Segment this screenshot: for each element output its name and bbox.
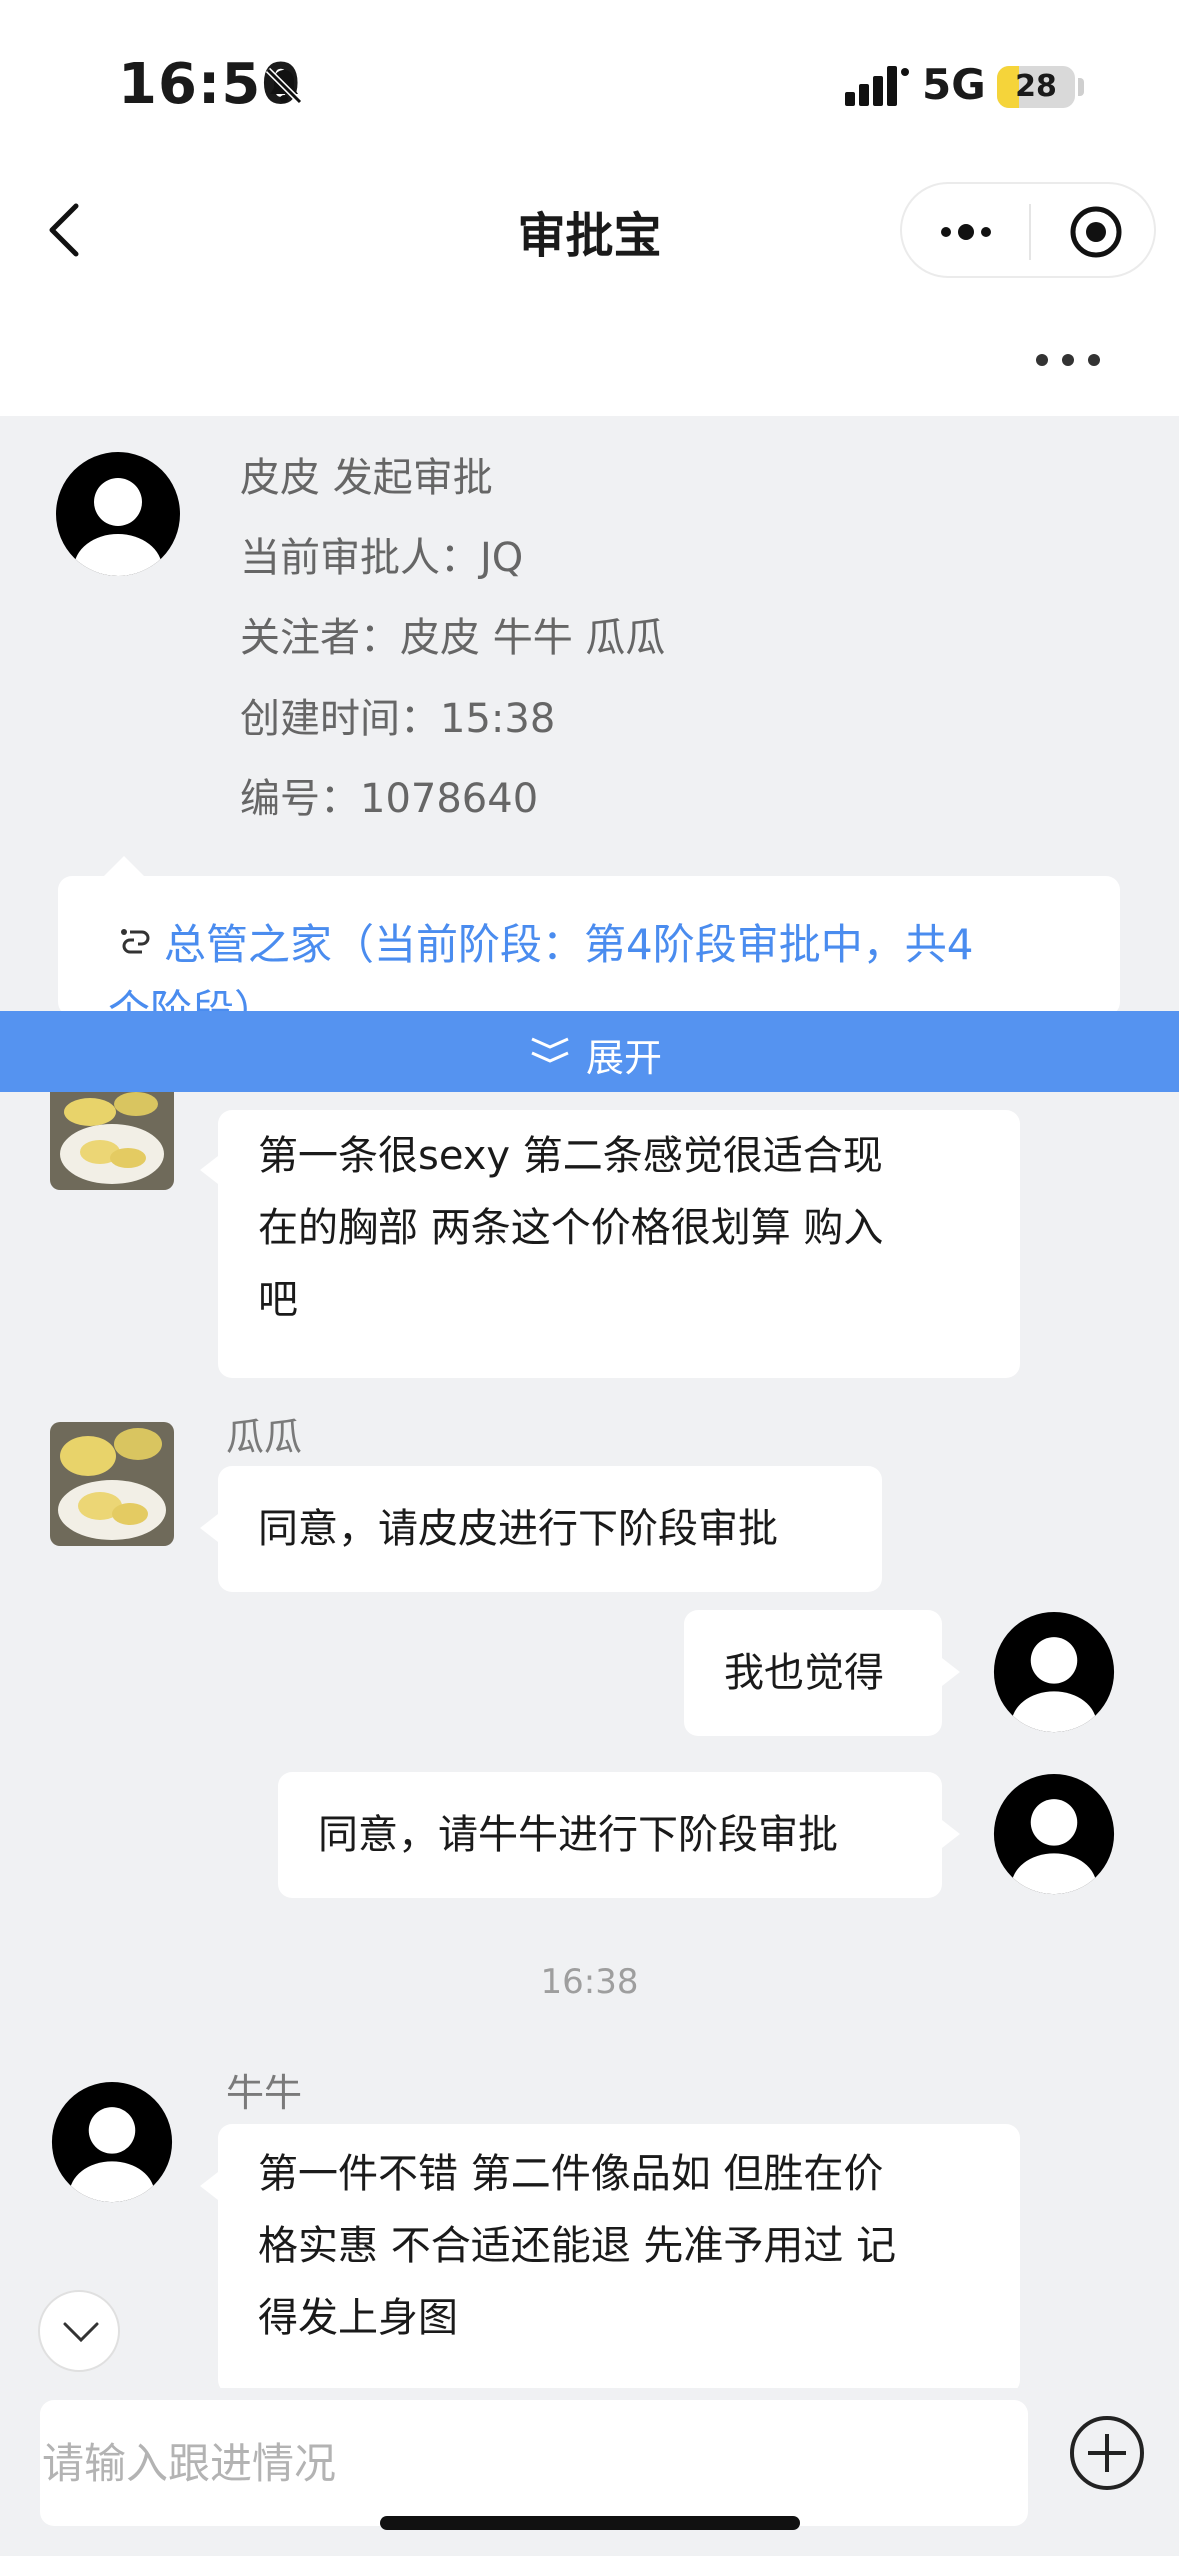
battery-indicator: 28 [997,66,1075,108]
add-icon[interactable] [1068,2414,1146,2492]
stage-card[interactable]: 总管之家（当前阶段：第4阶段审批中，共4 个阶段） [58,876,1120,1016]
current-approver: 当前审批人：JQ [240,535,524,581]
message-text: 同意，请牛牛进行下阶段审批 [318,1812,838,1858]
my-message-bubble: 同意，请牛牛进行下阶段审批 [278,1772,942,1898]
message-bubble: 同意，请皮皮进行下阶段审批 [218,1466,882,1592]
expand-label: 展开 [586,1036,663,1080]
chevron-down-icon [63,2322,99,2343]
durian-photo-icon [50,1422,174,1546]
followers: 关注者：皮皮 牛牛 瓜瓜 [240,615,666,661]
bubble-tail [942,1658,960,1686]
message-line: 吧 [258,1277,298,1323]
cellular-signal-icon [845,66,909,106]
scroll-to-bottom-button[interactable] [38,2290,120,2372]
initiated-by: 皮皮 发起审批 [240,455,493,501]
status-bar: 16:50 5G 28 [0,0,1179,170]
initiator-avatar [56,452,180,576]
request-number: 编号：1078640 [240,776,539,822]
link-icon [121,929,150,954]
muted-bell-icon [265,67,303,105]
message-text: 我也觉得 [724,1650,884,1696]
chat-timestamp: 16:38 [540,1962,639,2002]
message-line: 在的胸部 两条这个价格很划算 购入 [258,1205,884,1251]
input-bar [0,2388,1179,2556]
expand-button[interactable]: 展开 [0,1011,1179,1092]
durian-photo-icon [50,1092,174,1190]
bubble-tail [942,1820,960,1848]
message-bubble: 第一件不错 第二件像品如 但胜在价 格实惠 不合适还能退 先准予用过 记 得发上… [218,2124,1020,2394]
more-options-icon[interactable] [934,208,998,256]
close-target-icon[interactable] [1068,204,1124,260]
message-line: 第一件不错 第二件像品如 但胜在价 [258,2151,884,2197]
stage-card-notch [102,856,146,878]
message-line: 格实惠 不合适还能退 先准予用过 记 [258,2223,897,2269]
battery-percent: 28 [1015,69,1057,104]
durian-avatar [50,1422,174,1546]
sub-toolbar [0,290,1179,416]
capsule-divider [1029,204,1031,260]
message-bubble: 第一条很sexy 第二条感觉很适合现 在的胸部 两条这个价格很划算 购入 吧 [218,1110,1020,1378]
stage-title[interactable]: 总管之家（当前阶段：第4阶段审批中，共4 [164,912,1104,978]
bubble-tail [200,1156,218,1184]
created-time: 创建时间：15:38 [240,696,556,742]
my-avatar [993,1611,1115,1733]
sender-name: 牛牛 [226,2071,303,2115]
bubble-tail [200,2172,218,2200]
sender-avatar [51,2081,173,2203]
follow-up-input[interactable] [40,2400,1028,2526]
my-message-bubble: 我也觉得 [684,1610,942,1736]
message-line: 第一条很sexy 第二条感觉很适合现 [258,1133,883,1179]
battery-tip [1078,78,1084,96]
ellipsis-icon[interactable] [1034,348,1102,372]
sender-name: 瓜瓜 [226,1415,303,1459]
my-avatar [993,1773,1115,1895]
double-chevron-down-icon [531,1037,569,1063]
nav-bar: 审批宝 [0,170,1179,290]
durian-avatar [50,1092,174,1190]
bubble-tail [200,1514,218,1542]
home-indicator[interactable] [380,2516,800,2530]
message-text: 同意，请皮皮进行下阶段审批 [258,1506,778,1552]
network-type: 5G [922,60,986,109]
message-line: 得发上身图 [258,2295,458,2341]
mini-program-capsule [900,182,1156,278]
